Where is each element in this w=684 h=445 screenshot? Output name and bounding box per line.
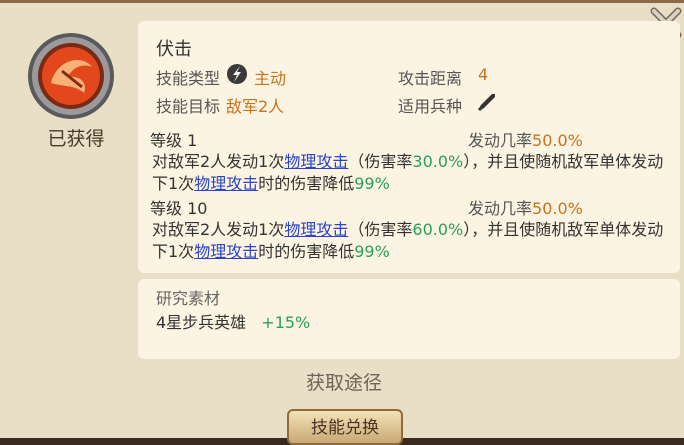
level-1-label: 等级 1 [150,131,198,150]
skill-name: 伏击 [156,39,192,60]
level-10-description: 对敌军2人发动1次物理攻击（伤害率60.0%），并且使随机敌军单体发动下1次物理… [152,219,672,263]
level-1-chance: 发动几率50.0% [468,127,583,151]
research-item: 4星步兵英雄 +15% [156,309,310,333]
level-1-desc-text: （伤害率 [348,152,413,171]
level-1-desc-text: 对敌军2人发动1次 [152,152,285,171]
level-1-desc-text: 时的伤害降低 [258,174,355,193]
skill-exchange-button[interactable]: 技能兑换 [287,409,403,445]
lightning-slash-icon [227,64,247,84]
obtain-method-button[interactable]: 获取途径 [304,368,384,394]
level-10-damage-rate: 60.0% [412,220,464,239]
owned-status-label: 已获得 [47,128,105,150]
troop-type-label: 适用兵种 [398,97,463,116]
level-1-damage-rate: 30.0% [412,152,464,171]
skill-type-label: 技能类型 [156,69,221,88]
research-title: 研究素材 [156,289,221,308]
skill-target-label: 技能目标 [156,97,221,116]
physical-attack-link[interactable]: 物理攻击 [194,174,258,193]
skill-type-value: 主动 [254,69,287,88]
level-10-label: 等级 10 [150,199,208,218]
level-1-description: 对敌军2人发动1次物理攻击（伤害率30.0%），并且使随机敌军单体发动下1次物理… [152,151,672,195]
research-item-name: 4星步兵英雄 [156,313,247,332]
level-1-chance-value: 50.0% [532,131,583,150]
attack-range-value: 4 [478,65,489,84]
level-1-chance-label: 发动几率 [468,131,533,150]
physical-attack-link[interactable]: 物理攻击 [194,242,258,261]
level-10-damage-reduction: 99% [354,242,390,261]
level-10-chance: 发动几率50.0% [468,195,583,219]
level-10-desc-text: （伤害率 [348,220,413,239]
level-1-damage-reduction: 99% [354,174,390,193]
skill-detail-dialog: 已获得 伏击 技能类型 主动 攻击距离 4 技能目标 敌军2人 适用兵种 等级 … [0,0,684,445]
level-10-desc-text: 时的伤害降低 [258,242,355,261]
level-10-desc-text: 对敌军2人发动1次 [152,220,285,239]
attack-range-label: 攻击距离 [398,69,463,88]
skill-target-value: 敌军2人 [226,97,285,116]
level-10-chance-value: 50.0% [532,199,583,218]
physical-attack-link[interactable]: 物理攻击 [284,220,348,239]
research-bonus: +15% [261,313,311,332]
skill-emblem-icon [28,33,114,119]
level-10-chance-label: 发动几率 [468,199,533,218]
physical-attack-link[interactable]: 物理攻击 [284,152,348,171]
crossed-sword-icon [477,94,495,112]
